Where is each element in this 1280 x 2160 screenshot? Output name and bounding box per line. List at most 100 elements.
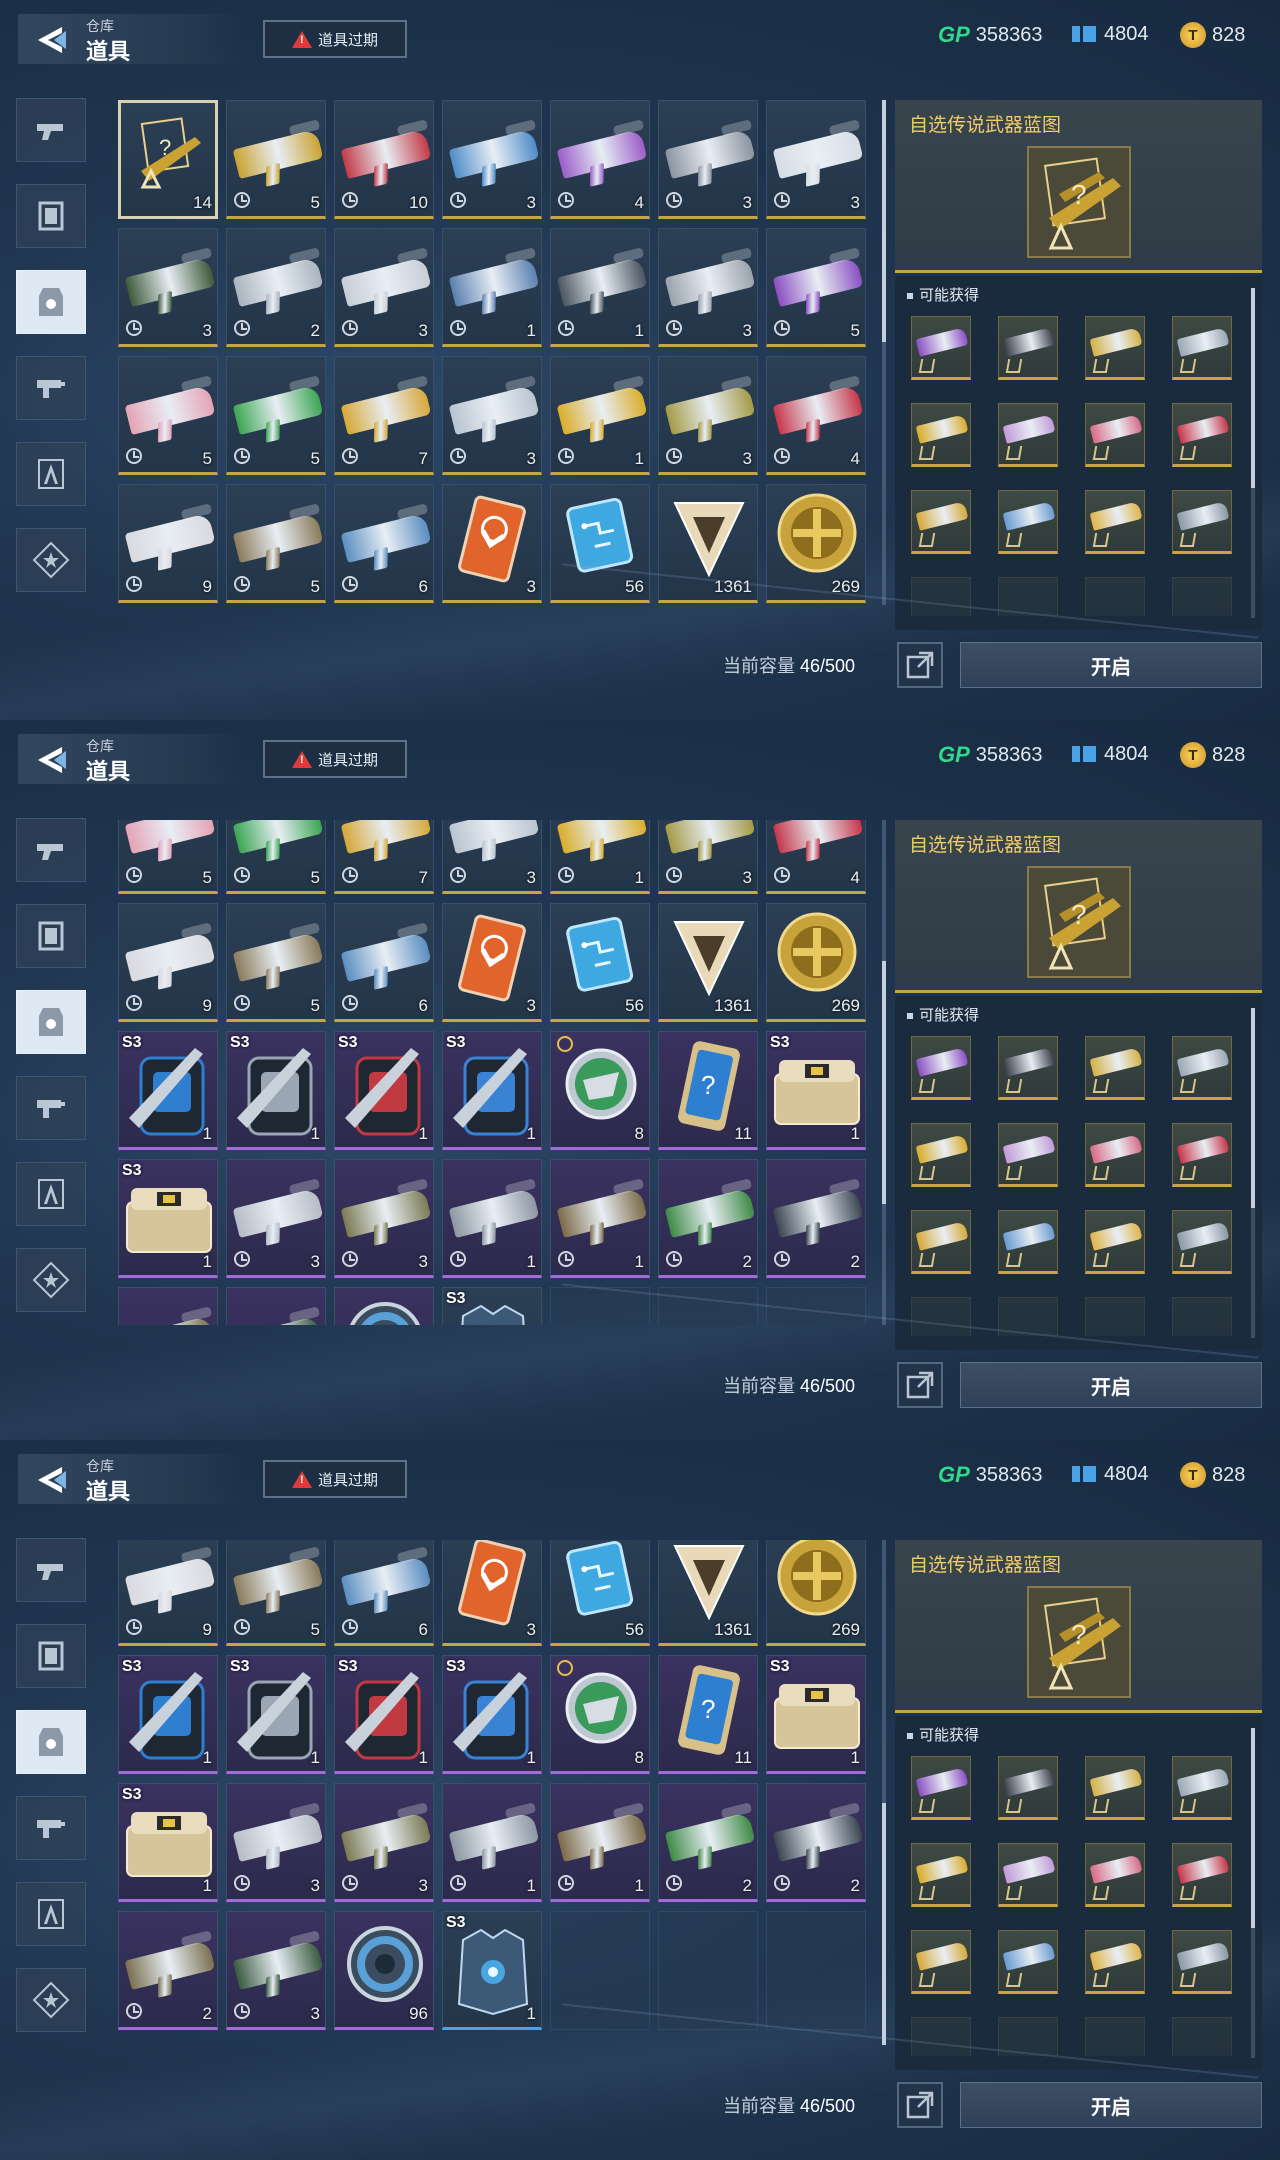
category-tab-4[interactable] — [16, 356, 86, 420]
reward-item[interactable] — [998, 1930, 1058, 1994]
inventory-item[interactable]: 1 — [550, 228, 650, 347]
inventory-item[interactable]: S31 — [334, 1031, 434, 1151]
reward-item[interactable] — [1085, 403, 1145, 467]
inventory-item[interactable]: S31 — [442, 1655, 542, 1775]
category-tab-5[interactable] — [16, 1162, 86, 1226]
inventory-scrollbar[interactable] — [882, 820, 886, 1325]
reward-item[interactable] — [1085, 1930, 1145, 1994]
category-tab-1[interactable] — [16, 1538, 86, 1602]
inventory-item[interactable]: 1 — [442, 1159, 542, 1279]
inventory-item[interactable]: 6 — [334, 903, 434, 1023]
inventory-item[interactable]: 1 — [550, 820, 650, 895]
expired-items-button[interactable]: 道具过期 — [263, 1460, 407, 1498]
inventory-item[interactable]: 3 — [442, 100, 542, 219]
scroll-thumb[interactable] — [882, 1802, 886, 2045]
inventory-item[interactable]: 3 — [658, 228, 758, 347]
reward-item[interactable] — [1085, 490, 1145, 554]
reward-item[interactable] — [1085, 1843, 1145, 1907]
inventory-item[interactable]: 3 — [334, 1159, 434, 1279]
inventory-item[interactable]: S31 — [334, 1655, 434, 1775]
rewards-grid[interactable] — [911, 316, 1241, 616]
inventory-item[interactable]: 1 — [550, 356, 650, 475]
inventory-item[interactable]: 1361 — [658, 1540, 758, 1647]
inventory-item[interactable]: 9 — [118, 1540, 218, 1647]
category-tab-2[interactable] — [16, 904, 86, 968]
inventory-item[interactable]: 2 — [766, 1159, 866, 1279]
inventory-item[interactable]: 56 — [550, 1540, 650, 1647]
inventory-item[interactable]: 3 — [442, 484, 542, 603]
inventory-item[interactable]: S31 — [442, 1287, 542, 1325]
category-tab-2[interactable] — [16, 1624, 86, 1688]
inventory-item[interactable]: 3 — [766, 100, 866, 219]
inventory-item[interactable]: S31 — [118, 1783, 218, 1903]
inventory-item[interactable]: 5 — [226, 1540, 326, 1647]
inventory-item[interactable]: S31 — [118, 1031, 218, 1151]
reward-item[interactable] — [1085, 1123, 1145, 1187]
reward-item[interactable] — [911, 316, 971, 380]
inventory-grid[interactable]: ?145103433323113555731349563561361269S31… — [118, 100, 870, 605]
inventory-item[interactable]: 4 — [766, 356, 866, 475]
inventory-item[interactable]: 3 — [226, 1287, 326, 1325]
reward-item[interactable] — [998, 1843, 1058, 1907]
inventory-item[interactable]: 4 — [550, 100, 650, 219]
inventory-item[interactable]: 1 — [550, 1783, 650, 1903]
category-tab-6[interactable] — [16, 528, 86, 592]
inventory-item[interactable]: 269 — [766, 903, 866, 1023]
share-button[interactable] — [897, 2082, 943, 2128]
inventory-item[interactable]: 3 — [442, 1540, 542, 1647]
inventory-item[interactable]: 2 — [766, 1783, 866, 1903]
inventory-item[interactable]: 2 — [118, 1911, 218, 2031]
reward-item[interactable] — [911, 1210, 971, 1274]
reward-item[interactable] — [1172, 1930, 1232, 1994]
reward-item[interactable] — [911, 1123, 971, 1187]
inventory-item[interactable]: 3 — [226, 1159, 326, 1279]
inventory-item[interactable]: 8 — [550, 1655, 650, 1775]
inventory-item[interactable]: 8 — [550, 1031, 650, 1151]
inventory-item[interactable]: 2 — [226, 228, 326, 347]
inventory-item[interactable]: 7 — [334, 356, 434, 475]
inventory-item[interactable]: ? 11 — [658, 1031, 758, 1151]
inventory-item[interactable]: ? 11 — [658, 1655, 758, 1775]
inventory-item[interactable]: S31 — [226, 1655, 326, 1775]
inventory-item[interactable]: S31 — [766, 1031, 866, 1151]
category-tab-3[interactable] — [16, 990, 86, 1054]
inventory-item[interactable]: 269 — [766, 1540, 866, 1647]
reward-item[interactable] — [1172, 403, 1232, 467]
reward-item[interactable] — [1085, 1210, 1145, 1274]
category-tab-2[interactable] — [16, 184, 86, 248]
reward-item[interactable] — [911, 1756, 971, 1820]
inventory-item[interactable]: 6 — [334, 484, 434, 603]
inventory-item[interactable]: 3 — [334, 1783, 434, 1903]
reward-item[interactable] — [1172, 1123, 1232, 1187]
reward-item[interactable] — [1172, 1210, 1232, 1274]
inventory-item[interactable]: 96 — [334, 1911, 434, 2031]
reward-item[interactable] — [1085, 1756, 1145, 1820]
category-tab-6[interactable] — [16, 1968, 86, 2032]
inventory-scrollbar[interactable] — [882, 1540, 886, 2045]
share-button[interactable] — [897, 642, 943, 688]
rewards-scrollbar[interactable] — [1251, 288, 1255, 618]
inventory-item[interactable]: 5 — [118, 820, 218, 895]
inventory-item[interactable]: 10 — [334, 100, 434, 219]
reward-item[interactable] — [1085, 316, 1145, 380]
back-button[interactable]: 仓库 道具 — [18, 1454, 248, 1504]
inventory-item[interactable]: 9 — [118, 903, 218, 1023]
open-button[interactable]: 开启 — [960, 642, 1262, 688]
rewards-scrollbar[interactable] — [1251, 1008, 1255, 1338]
inventory-item[interactable]: 3 — [442, 356, 542, 475]
inventory-item[interactable]: 1361 — [658, 484, 758, 603]
inventory-item[interactable]: 3 — [658, 820, 758, 895]
reward-item[interactable] — [1172, 1843, 1232, 1907]
reward-item[interactable] — [998, 1036, 1058, 1100]
reward-item[interactable] — [911, 1930, 971, 1994]
inventory-item[interactable]: S31 — [442, 1911, 542, 2031]
reward-item[interactable] — [998, 1123, 1058, 1187]
inventory-item[interactable]: S31 — [118, 1159, 218, 1279]
category-tab-3[interactable] — [16, 270, 86, 334]
reward-item[interactable] — [1172, 490, 1232, 554]
inventory-item[interactable]: 1 — [550, 1159, 650, 1279]
category-tab-5[interactable] — [16, 1882, 86, 1946]
reward-item[interactable] — [1172, 316, 1232, 380]
inventory-item[interactable]: 1361 — [658, 903, 758, 1023]
inventory-item[interactable]: 5 — [226, 100, 326, 219]
